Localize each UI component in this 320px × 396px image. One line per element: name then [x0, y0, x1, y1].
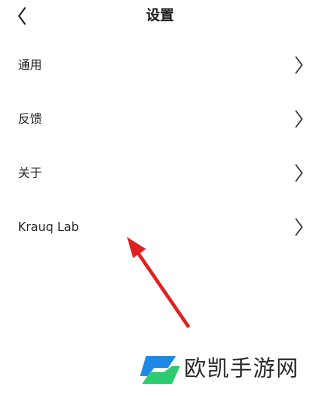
settings-item-krauq-lab[interactable]: Krauq Lab: [0, 200, 320, 254]
header-bar: 设置: [0, 0, 320, 32]
settings-item-feedback[interactable]: 反馈: [0, 92, 320, 146]
settings-item-label: 反馈: [18, 112, 43, 126]
chevron-right-icon: [295, 56, 303, 74]
site-logo-icon: [140, 356, 180, 384]
chevron-right-icon: [295, 218, 303, 236]
chevron-right-icon: [295, 110, 303, 128]
settings-item-about[interactable]: 关于: [0, 146, 320, 200]
page-title: 设置: [146, 8, 174, 24]
settings-item-label: 通用: [18, 58, 43, 72]
settings-item-label: Krauq Lab: [18, 220, 79, 234]
settings-item-general[interactable]: 通用: [0, 38, 320, 92]
watermark-text: 欧凯手游网: [184, 357, 300, 382]
chevron-right-icon: [295, 164, 303, 182]
settings-list: 通用 反馈 关于 Krauq Lab: [0, 38, 320, 254]
watermark: 欧凯手游网: [136, 348, 299, 392]
settings-item-label: 关于: [18, 166, 43, 180]
